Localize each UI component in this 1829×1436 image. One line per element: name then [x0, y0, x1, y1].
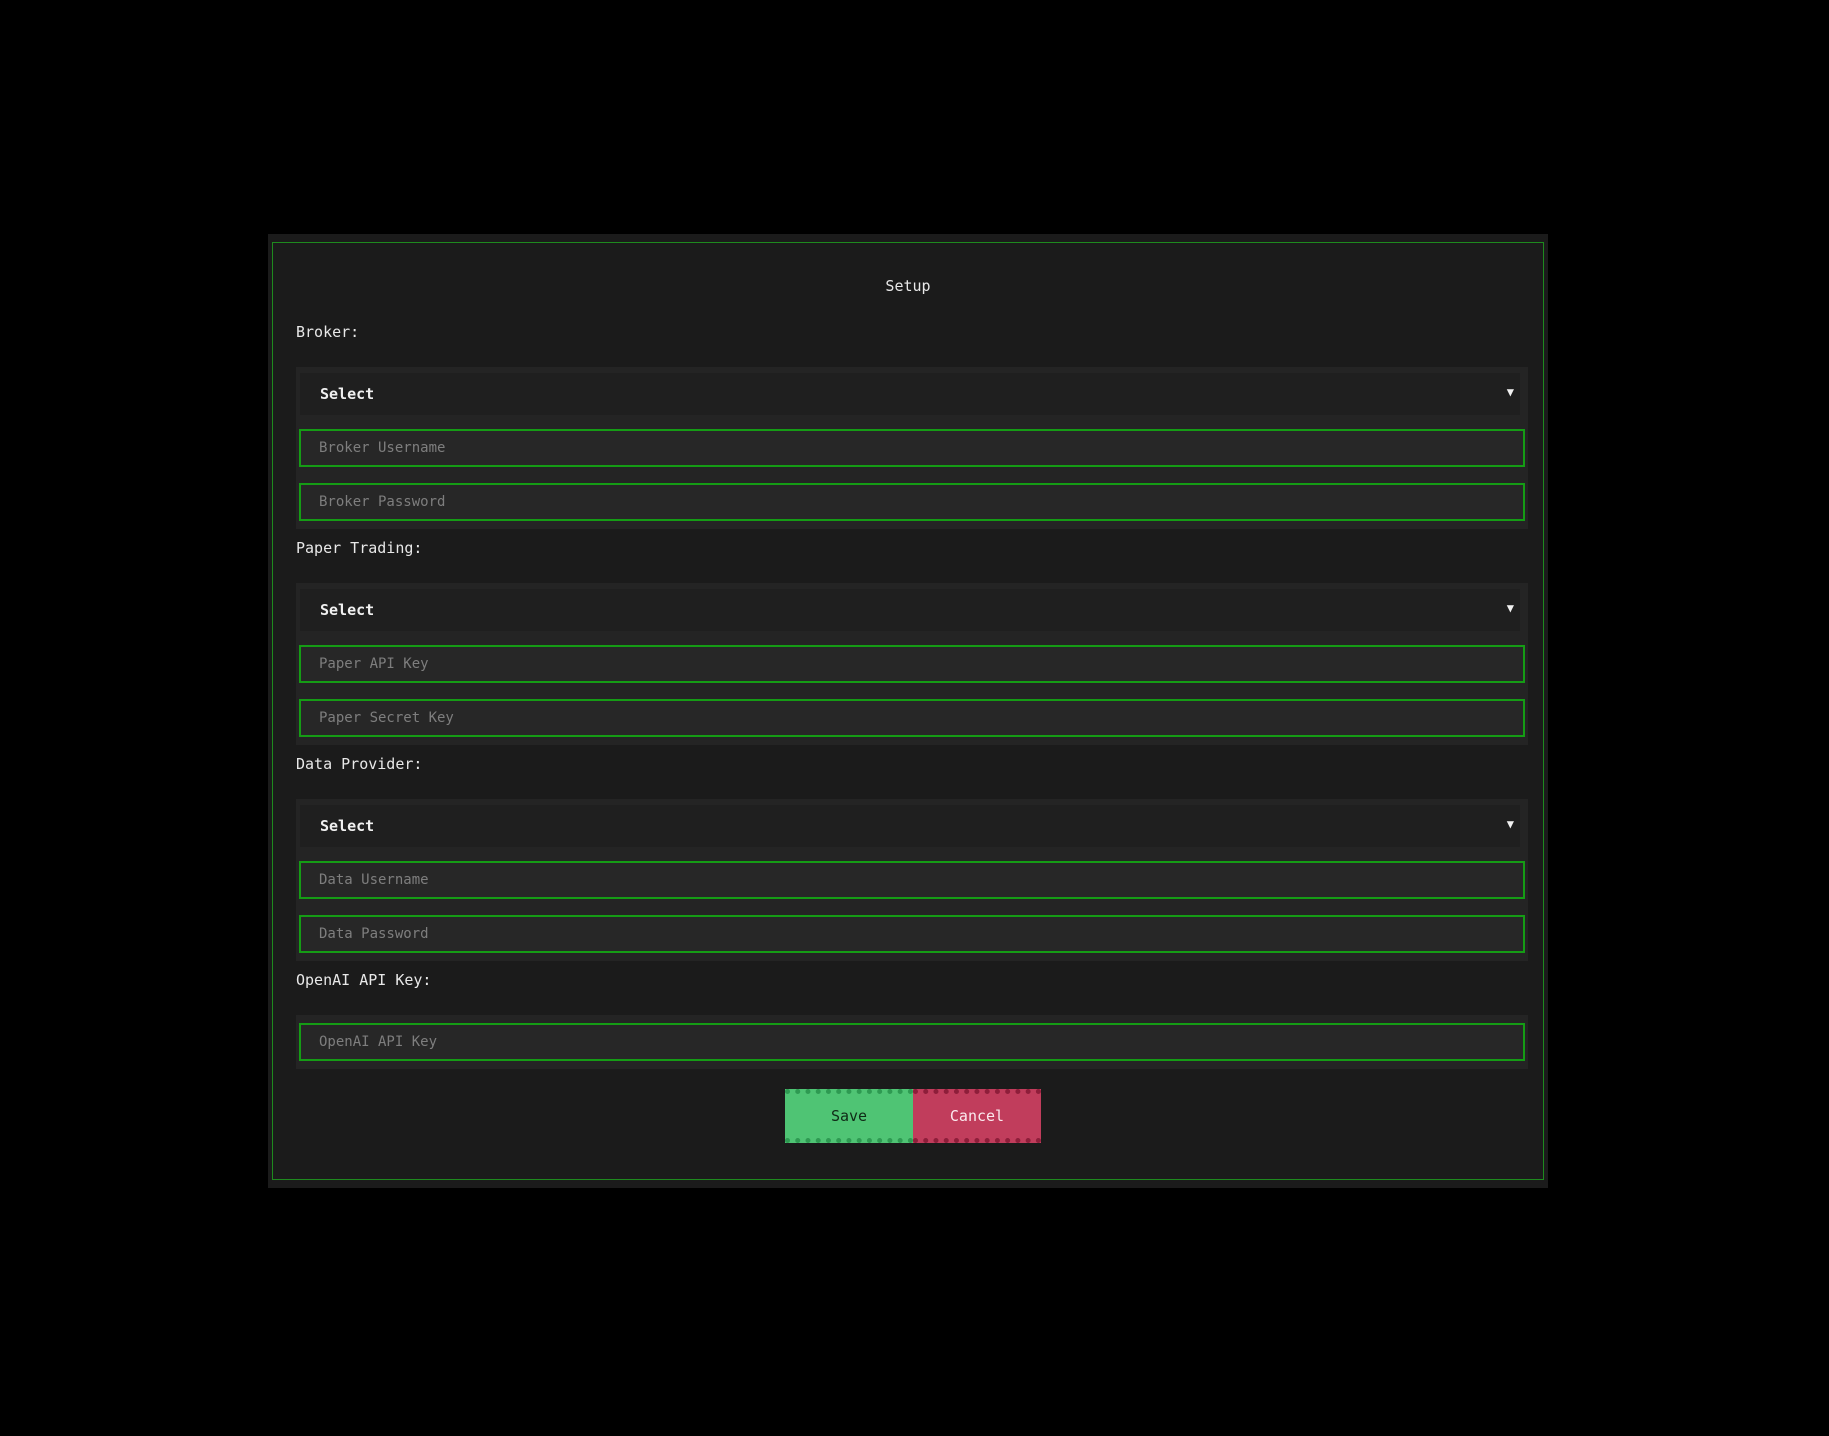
dialog-title: Setup — [885, 277, 931, 295]
data-provider-select-value: Select — [320, 817, 375, 835]
broker-label: Broker: — [296, 323, 360, 341]
broker-select[interactable]: Select ▼ — [300, 373, 1520, 415]
paper-secret-key-field[interactable] — [299, 699, 1525, 737]
paper-trading-label: Paper Trading: — [296, 539, 423, 557]
setup-dialog: Setup Broker: Select ▼ Paper Trading: Se… — [268, 234, 1548, 1188]
broker-select-value: Select — [320, 385, 375, 403]
broker-username-field[interactable] — [299, 429, 1525, 467]
paper-trading-select[interactable]: Select ▼ — [300, 589, 1520, 631]
broker-password-field[interactable] — [299, 483, 1525, 521]
openai-group — [296, 1015, 1528, 1069]
data-provider-group: Select ▼ — [296, 799, 1528, 961]
data-username-input[interactable] — [301, 863, 1523, 897]
openai-api-key-input[interactable] — [301, 1025, 1523, 1059]
chevron-down-icon: ▼ — [1506, 385, 1514, 399]
data-password-input[interactable] — [301, 917, 1523, 951]
openai-api-key-field[interactable] — [299, 1023, 1525, 1061]
save-button[interactable]: Save — [785, 1089, 913, 1143]
paper-api-key-input[interactable] — [301, 647, 1523, 681]
data-username-field[interactable] — [299, 861, 1525, 899]
data-password-field[interactable] — [299, 915, 1525, 953]
paper-api-key-field[interactable] — [299, 645, 1525, 683]
paper-trading-select-value: Select — [320, 601, 375, 619]
chevron-down-icon: ▼ — [1506, 817, 1514, 831]
data-provider-label: Data Provider: — [296, 755, 423, 773]
cancel-button[interactable]: Cancel — [913, 1089, 1041, 1143]
chevron-down-icon: ▼ — [1506, 601, 1514, 615]
broker-password-input[interactable] — [301, 485, 1523, 519]
openai-label: OpenAI API Key: — [296, 971, 432, 989]
paper-secret-key-input[interactable] — [301, 701, 1523, 735]
paper-trading-group: Select ▼ — [296, 583, 1528, 745]
data-provider-select[interactable]: Select ▼ — [300, 805, 1520, 847]
broker-username-input[interactable] — [301, 431, 1523, 465]
setup-dialog-frame: Setup Broker: Select ▼ Paper Trading: Se… — [272, 242, 1544, 1180]
broker-group: Select ▼ — [296, 367, 1528, 529]
